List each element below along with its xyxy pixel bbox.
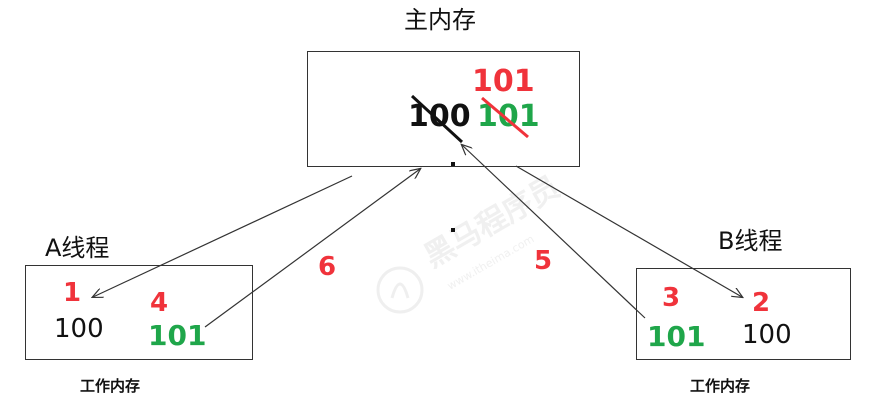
watermark: 黑马程序员 www.itheima.com	[376, 170, 566, 314]
arrow-main-to-thread-b	[515, 165, 742, 297]
main-memory-title: 主内存	[404, 6, 476, 34]
thread-b-caption: 工作内存	[690, 377, 750, 395]
arrow-thread-a-to-main	[204, 169, 420, 328]
arrow-label-a-write-back: 6	[318, 252, 336, 282]
thread-a-read-value: 100	[54, 314, 104, 344]
thread-b-step-write: 3	[662, 283, 680, 313]
arrow-label-b-write-back: 5	[534, 246, 552, 276]
main-memory-new-value: 101	[477, 99, 540, 134]
thread-b-title: B线程	[718, 227, 782, 255]
main-memory-crossed-value: 101	[472, 64, 535, 99]
watermark-logo-icon	[376, 266, 424, 314]
arrow-main-to-thread-a	[93, 175, 353, 297]
thread-b-read-value: 100	[742, 320, 792, 350]
thread-b-written-value: 101	[647, 320, 705, 353]
thread-a-step-write: 4	[150, 288, 168, 318]
thread-a-title: A线程	[45, 234, 109, 262]
jmm-diagram: 黑马程序员 www.itheima.com 主内存 101 100 101 A线…	[25, 6, 851, 395]
thread-a-caption: 工作内存	[80, 377, 140, 395]
main-memory-old-value: 100	[408, 99, 471, 134]
ellipsis-dot	[451, 162, 455, 166]
thread-b-step-read: 2	[752, 288, 770, 318]
thread-a-written-value: 101	[148, 319, 206, 352]
thread-a-box	[25, 265, 253, 360]
thread-a-step-read: 1	[63, 278, 81, 308]
ellipsis-dot	[451, 228, 455, 232]
